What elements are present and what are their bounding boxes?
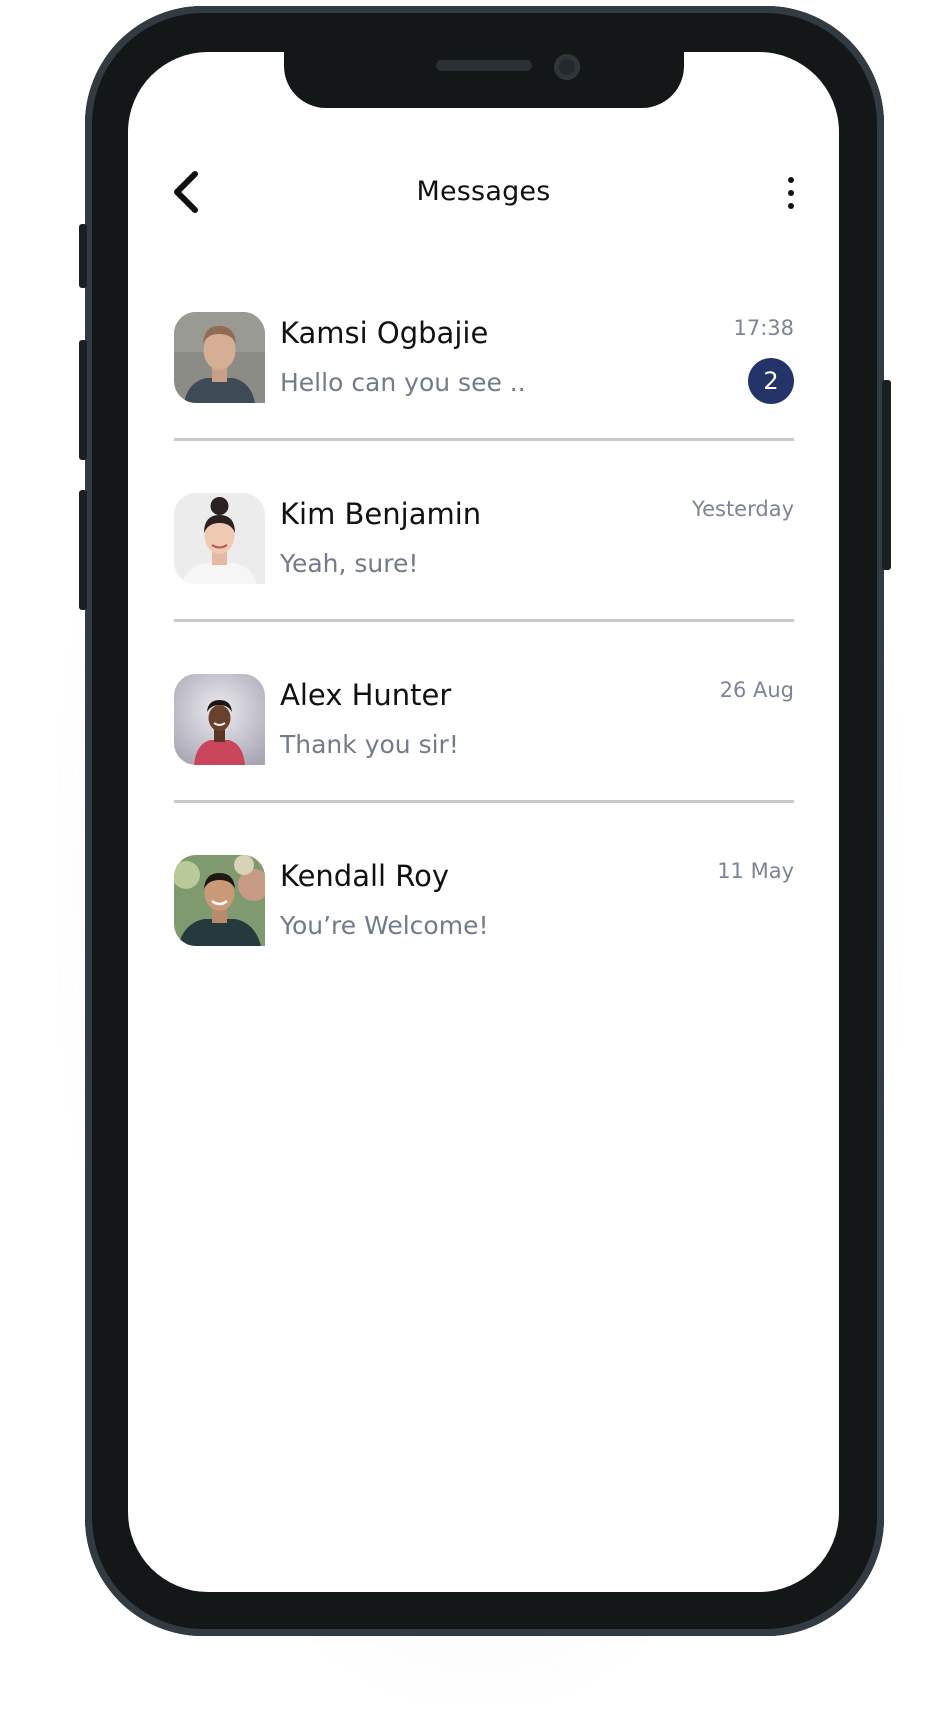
message-time: 26 Aug [719,678,794,702]
app-header: Messages [128,162,839,222]
avatar [174,674,265,765]
conversation-row[interactable]: Kendall Roy You’re Welcome! 11 May [174,855,794,1036]
more-options-button[interactable] [776,170,806,216]
message-preview: Thank you sir! [280,730,459,759]
volume-down-button [79,490,87,610]
divider [174,438,794,441]
message-time: 17:38 [733,316,794,340]
more-vertical-icon [788,177,794,183]
avatar [174,312,265,403]
contact-name: Kendall Roy [280,859,450,893]
divider [174,619,794,622]
more-vertical-icon-dot [788,203,794,209]
conversation-row[interactable]: Kamsi Ogbajie Hello can you see .. 17:38… [174,312,794,493]
front-camera [554,54,580,80]
speaker-grille [436,60,532,71]
power-button [882,380,891,570]
message-time: 11 May [717,859,794,883]
notch [284,52,684,108]
conversation-row[interactable]: Alex Hunter Thank you sir! 26 Aug [174,674,794,855]
phone-screen: Messages Kamsi Ogbajie Hello can you see [128,52,839,1592]
avatar [174,493,265,584]
unread-badge: 2 [748,358,794,404]
contact-name: Kamsi Ogbajie [280,316,489,350]
message-preview: Yeah, sure! [280,549,419,578]
contact-name: Alex Hunter [280,678,452,712]
avatar [174,855,265,946]
contact-name: Kim Benjamin [280,497,482,531]
divider [174,800,794,803]
conversation-list: Kamsi Ogbajie Hello can you see .. 17:38… [174,312,794,1036]
volume-up-button [79,340,87,460]
more-vertical-icon-dot [788,190,794,196]
message-time: Yesterday [692,497,794,521]
conversation-row[interactable]: Kim Benjamin Yeah, sure! Yesterday [174,493,794,674]
silent-switch [79,224,87,288]
message-preview: Hello can you see .. [280,368,526,397]
page-title: Messages [416,176,551,207]
message-preview: You’re Welcome! [280,911,489,940]
